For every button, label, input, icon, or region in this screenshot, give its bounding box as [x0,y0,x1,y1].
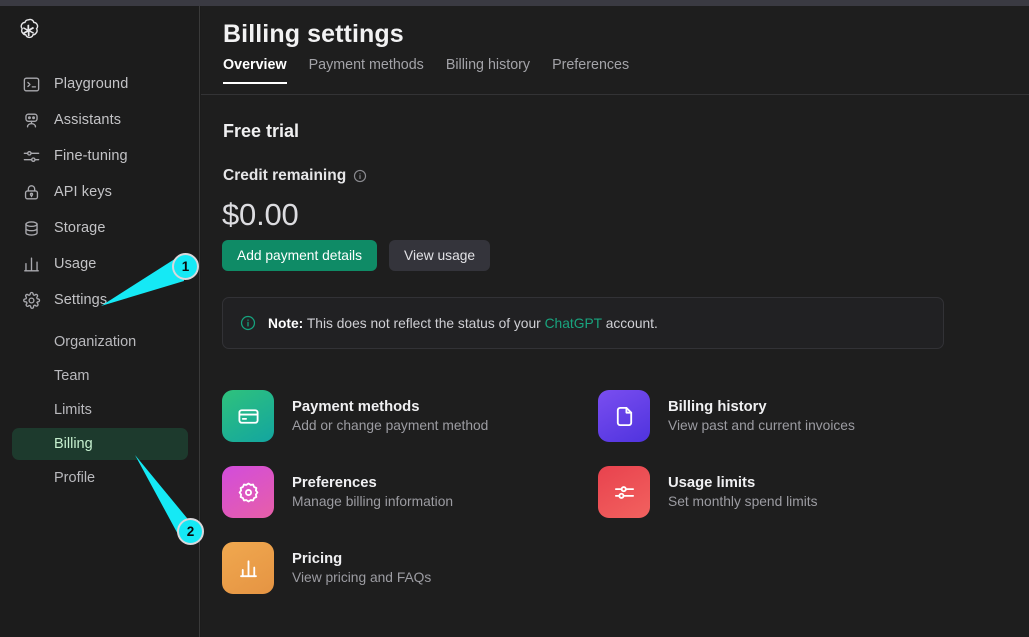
card-title: Usage limits [668,475,756,491]
billing-card-grid: Payment methods Add or change payment me… [222,390,974,594]
sidebar-item-label: Settings [54,292,108,308]
sidebar-item-label: Storage [54,220,106,236]
robot-icon [22,111,41,130]
bar-chart-icon [222,542,274,594]
openai-logo[interactable] [14,16,44,46]
sidebar-item-label: Fine-tuning [54,148,128,164]
sidebar-subitem-label: Limits [54,402,92,418]
database-icon [22,219,41,238]
tab-billing-history[interactable]: Billing history [446,57,530,84]
card-payment-methods[interactable]: Payment methods Add or change payment me… [222,390,598,442]
sidebar-item-label: Playground [54,76,129,92]
document-icon [598,390,650,442]
page-title: Billing settings [223,20,404,48]
add-payment-details-button[interactable]: Add payment details [222,240,378,271]
chatgpt-link[interactable]: ChatGPT [545,316,602,331]
sliders-icon [598,466,650,518]
sidebar-nav: Playground Assistants Fine-tuning API ke… [0,66,200,496]
sidebar-item-api-keys[interactable]: API keys [8,174,192,210]
sidebar-item-playground[interactable]: Playground [8,66,192,102]
sidebar-item-settings[interactable]: Settings [8,282,192,318]
tab-divider [201,94,1029,95]
card-subtitle: View past and current invoices [668,418,855,433]
note-prefix: Note: [268,315,304,331]
sidebar-item-label: API keys [54,184,113,200]
note-text: Note: This does not reflect the status o… [268,316,658,331]
sidebar-subitem-billing[interactable]: Billing [12,428,188,460]
tab-overview[interactable]: Overview [223,57,287,84]
sliders-icon [22,147,41,166]
view-usage-button[interactable]: View usage [389,240,491,271]
sidebar-subitem-limits[interactable]: Limits [12,394,188,426]
tab-bar: Overview Payment methods Billing history… [223,57,629,84]
gear-icon [22,291,41,310]
card-subtitle: View pricing and FAQs [292,570,432,585]
card-title: Billing history [668,399,767,415]
sidebar-subitem-label: Organization [54,334,137,350]
credit-amount: $0.00 [222,197,299,232]
sidebar-item-storage[interactable]: Storage [8,210,192,246]
card-title: Preferences [292,475,377,491]
card-billing-history[interactable]: Billing history View past and current in… [598,390,974,442]
bar-chart-icon [22,255,41,274]
terminal-icon [22,75,41,94]
lock-icon [22,183,41,202]
app-window: Playground Assistants Fine-tuning API ke… [0,0,1029,637]
sidebar-item-usage[interactable]: Usage [8,246,192,282]
credit-remaining-text: Credit remaining [223,167,347,184]
credit-remaining-label: Credit remaining [223,167,367,185]
sidebar-item-label: Assistants [54,112,122,128]
info-icon[interactable] [353,169,367,183]
sidebar-item-label: Usage [54,256,97,272]
sidebar-item-assistants[interactable]: Assistants [8,102,192,138]
card-pricing[interactable]: Pricing View pricing and FAQs [222,542,598,594]
sidebar-subitem-label: Billing [54,436,93,452]
billing-action-buttons: Add payment details View usage [222,240,491,271]
sidebar-subitem-label: Team [54,368,90,384]
note-banner: Note: This does not reflect the status o… [222,297,944,349]
card-subtitle: Set monthly spend limits [668,494,818,509]
note-body-before: This does not reflect the status of your [303,315,545,331]
sidebar-subitem-profile[interactable]: Profile [12,462,188,494]
sidebar-subitem-team[interactable]: Team [12,360,188,392]
sidebar: Playground Assistants Fine-tuning API ke… [0,6,200,637]
card-usage-limits[interactable]: Usage limits Set monthly spend limits [598,466,974,518]
gear-flower-icon [222,466,274,518]
info-circle-icon [240,315,256,331]
sidebar-subitem-organization[interactable]: Organization [12,326,188,358]
card-subtitle: Add or change payment method [292,418,489,433]
card-subtitle: Manage billing information [292,494,454,509]
sidebar-subitem-label: Profile [54,470,96,486]
sidebar-item-fine-tuning[interactable]: Fine-tuning [8,138,192,174]
card-title: Payment methods [292,399,420,415]
note-body-after: account. [601,315,658,331]
tab-preferences[interactable]: Preferences [552,57,629,84]
section-title-free-trial: Free trial [223,121,300,141]
tab-payment-methods[interactable]: Payment methods [309,57,424,84]
card-preferences[interactable]: Preferences Manage billing information [222,466,598,518]
credit-card-icon [222,390,274,442]
card-title: Pricing [292,551,343,567]
